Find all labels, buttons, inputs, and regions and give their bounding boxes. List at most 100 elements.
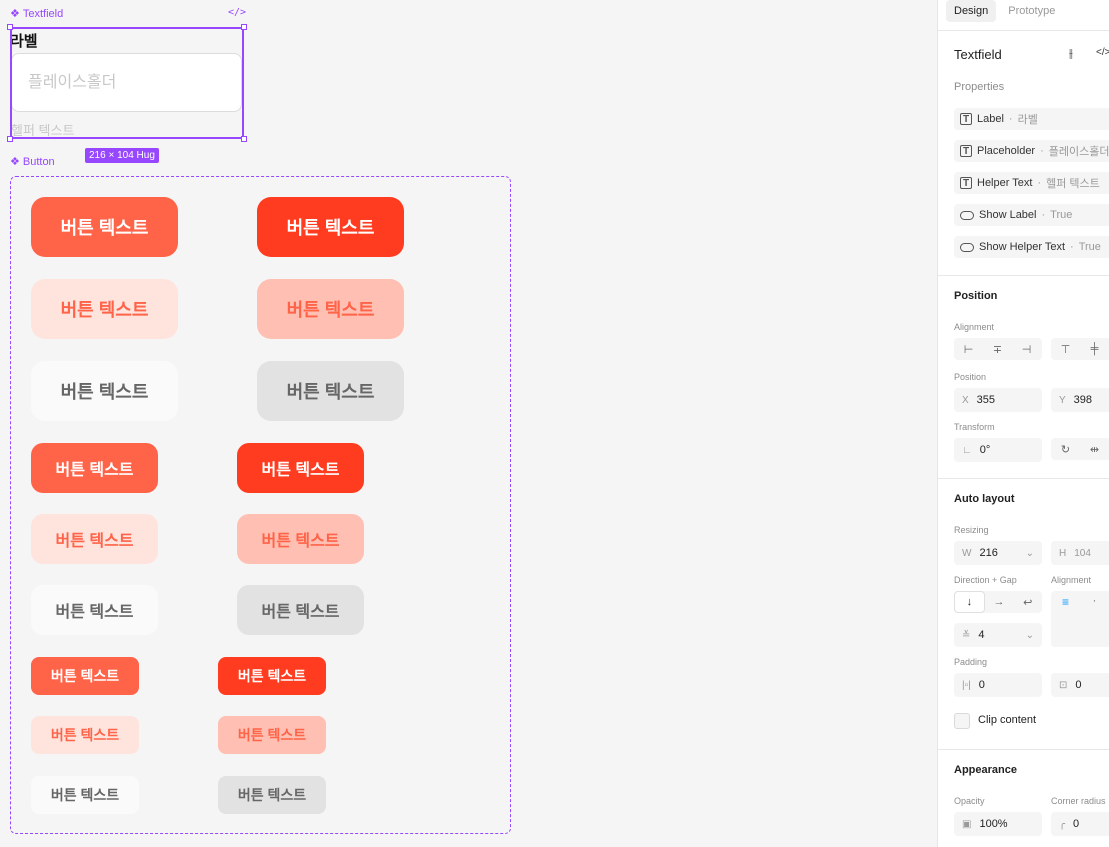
- resize-handle[interactable]: [7, 136, 13, 142]
- component-icon: ❖: [10, 8, 20, 20]
- button-medium-secondary[interactable]: 버튼 텍스트: [31, 514, 158, 564]
- toggle-icon: [960, 242, 974, 252]
- arrow-down-icon[interactable]: ↓: [954, 591, 985, 613]
- toggle-icon: [960, 210, 974, 220]
- align-middle-icon[interactable]: ╪: [1080, 343, 1109, 355]
- properties-title: Properties: [954, 81, 1005, 93]
- button-small-primary-pressed[interactable]: 버튼 텍스트: [218, 657, 326, 695]
- size-badge: 216 × 104 Hug: [85, 148, 159, 163]
- corner-radius-field[interactable]: ╭ 0: [1051, 812, 1109, 836]
- resize-handle[interactable]: [7, 24, 13, 30]
- transform-label: Transform: [954, 422, 995, 432]
- direction-group: ↓ → ↩: [954, 591, 1042, 613]
- property-show-helper-text[interactable]: Show Helper Text · True: [954, 236, 1109, 258]
- align-top-icon[interactable]: ⊤: [1051, 343, 1080, 356]
- button-medium-tertiary-pressed[interactable]: 버튼 텍스트: [237, 585, 364, 635]
- divider: [938, 749, 1109, 750]
- design-panel: Design Prototype Textfield ⫲ </> Propert…: [937, 0, 1109, 847]
- clip-content-checkbox[interactable]: [954, 713, 970, 729]
- opacity-label: Opacity: [954, 796, 985, 806]
- appearance-section-title: Appearance: [954, 764, 1017, 776]
- align-center-h-icon[interactable]: ∓: [983, 343, 1012, 356]
- align-dot-icon[interactable]: ·: [1080, 595, 1109, 607]
- x-field[interactable]: X 355: [954, 388, 1042, 412]
- button-small-tertiary[interactable]: 버튼 텍스트: [31, 776, 139, 814]
- y-field[interactable]: Y 398: [1051, 388, 1109, 412]
- button-small-secondary-pressed[interactable]: 버튼 텍스트: [218, 716, 326, 754]
- property-placeholder[interactable]: T Placeholder · 플레이스홀더: [954, 140, 1109, 162]
- design-canvas[interactable]: ❖ Textfield </> 라벨 플레이스홀더 헬퍼 텍스트 216 × 1…: [0, 0, 937, 847]
- height-field[interactable]: H 104: [1051, 541, 1109, 565]
- button-large-primary[interactable]: 버튼 텍스트: [31, 197, 178, 257]
- layout-alignment-label: Alignment: [1051, 575, 1092, 585]
- code-icon[interactable]: </>: [1096, 47, 1109, 58]
- button-large-secondary[interactable]: 버튼 텍스트: [31, 279, 178, 339]
- horizontal-alignment-group: ⊢ ∓ ⊣: [954, 338, 1042, 360]
- component-icon: ❖: [10, 156, 20, 168]
- button-medium-primary[interactable]: 버튼 텍스트: [31, 443, 158, 493]
- divider: [938, 478, 1109, 479]
- transform-actions: ↻ ⇹: [1051, 438, 1109, 460]
- tab-design[interactable]: Design: [946, 0, 997, 22]
- chevron-down-icon: ⌄: [1025, 547, 1034, 559]
- horizontal-padding-field[interactable]: |▫| 0: [954, 673, 1042, 697]
- property-helper-text[interactable]: T Helper Text · 헬퍼 텍스트: [954, 172, 1109, 194]
- component-properties-icon[interactable]: ⫲: [1069, 46, 1073, 61]
- vertical-alignment-group: ⊤ ╪: [1051, 338, 1109, 360]
- text-icon: T: [960, 177, 972, 189]
- opacity-field[interactable]: ▣ 100%: [954, 812, 1042, 836]
- panel-tabs: Design Prototype: [946, 0, 1063, 22]
- property-label[interactable]: T Label · 라벨: [954, 108, 1109, 130]
- textfield-component-label[interactable]: ❖ Textfield: [10, 7, 63, 21]
- button-large-tertiary-pressed[interactable]: 버튼 텍스트: [257, 361, 404, 421]
- button-large-tertiary[interactable]: 버튼 텍스트: [31, 361, 178, 421]
- text-icon: T: [960, 145, 972, 157]
- button-component-label[interactable]: ❖ Button: [10, 155, 55, 169]
- resizing-label: Resizing: [954, 525, 989, 535]
- gap-field[interactable]: ≚ 4 ⌄: [954, 623, 1042, 647]
- text-icon: T: [960, 113, 972, 125]
- tab-prototype[interactable]: Prototype: [1000, 0, 1063, 22]
- align-right-icon[interactable]: ⊣: [1012, 343, 1041, 356]
- alignment-grid[interactable]: ≡ ·: [1051, 591, 1109, 647]
- resize-handle[interactable]: [241, 24, 247, 30]
- property-show-label[interactable]: Show Label · True: [954, 204, 1109, 226]
- vertical-padding-icon: ⊡: [1059, 679, 1068, 691]
- wrap-icon[interactable]: ↩: [1013, 596, 1042, 609]
- align-left-icon[interactable]: ⊢: [954, 343, 983, 356]
- flip-horizontal-icon[interactable]: ⇹: [1080, 443, 1109, 456]
- position-section-title: Position: [954, 290, 998, 302]
- corner-radius-label: Corner radius: [1051, 796, 1106, 806]
- corner-radius-icon: ╭: [1059, 818, 1066, 830]
- divider: [938, 30, 1109, 31]
- opacity-icon: ▣: [962, 818, 972, 830]
- clip-content-label: Clip content: [978, 714, 1037, 726]
- button-medium-secondary-pressed[interactable]: 버튼 텍스트: [237, 514, 364, 564]
- align-top-left-icon[interactable]: ≡: [1051, 595, 1080, 609]
- resize-handle[interactable]: [241, 136, 247, 142]
- width-field[interactable]: W 216 ⌄: [954, 541, 1042, 565]
- padding-label: Padding: [954, 657, 988, 667]
- angle-icon: ∟: [962, 444, 972, 456]
- selection-frame[interactable]: [10, 27, 244, 139]
- vertical-padding-field[interactable]: ⊡ 0: [1051, 673, 1109, 697]
- rotate-icon[interactable]: ↻: [1051, 443, 1080, 456]
- button-large-primary-pressed[interactable]: 버튼 텍스트: [257, 197, 404, 257]
- rotation-field[interactable]: ∟ 0°: [954, 438, 1042, 462]
- chevron-down-icon: ⌄: [1025, 629, 1034, 641]
- position-label: Position: [954, 372, 987, 382]
- divider: [938, 275, 1109, 276]
- horizontal-padding-icon: |▫|: [962, 679, 971, 691]
- button-medium-primary-pressed[interactable]: 버튼 텍스트: [237, 443, 364, 493]
- button-small-tertiary-pressed[interactable]: 버튼 텍스트: [218, 776, 326, 814]
- button-small-primary[interactable]: 버튼 텍스트: [31, 657, 139, 695]
- code-icon[interactable]: </>: [228, 7, 246, 18]
- component-name: Textfield: [954, 47, 1002, 62]
- button-medium-tertiary[interactable]: 버튼 텍스트: [31, 585, 158, 635]
- gap-icon: ≚: [962, 629, 971, 641]
- button-large-secondary-pressed[interactable]: 버튼 텍스트: [257, 279, 404, 339]
- auto-layout-section-title: Auto layout: [954, 493, 1015, 505]
- button-small-secondary[interactable]: 버튼 텍스트: [31, 716, 139, 754]
- arrow-right-icon[interactable]: →: [985, 596, 1014, 608]
- direction-gap-label: Direction + Gap: [954, 575, 1017, 585]
